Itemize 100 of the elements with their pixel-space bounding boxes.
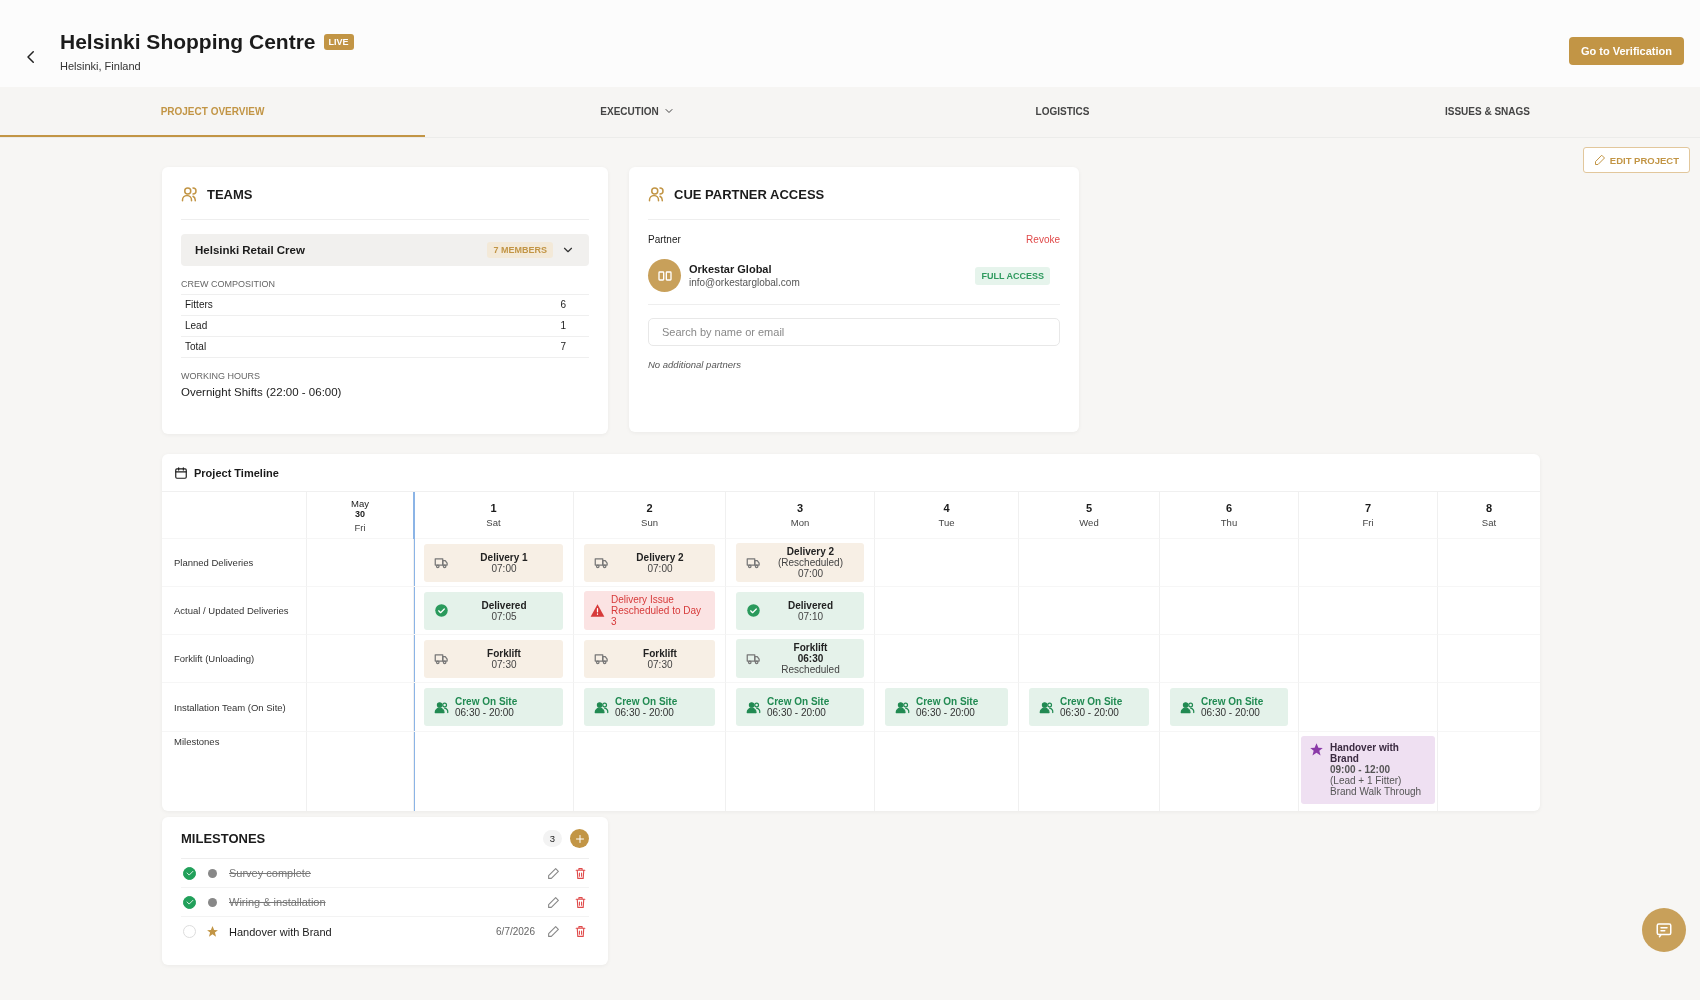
- tab[interactable]: LOGISTICS: [850, 87, 1275, 137]
- chat-button[interactable]: [1642, 908, 1686, 952]
- event-card[interactable]: Delivery 1 07:00: [424, 543, 563, 582]
- event-card[interactable]: Delivery Issue Rescheduled to Day 3: [584, 591, 715, 630]
- checkbox[interactable]: [183, 866, 196, 880]
- weekday-label: Sun: [641, 517, 658, 528]
- event-card[interactable]: Delivery 2 07:00: [584, 543, 715, 582]
- weekday-label: Mon: [790, 517, 810, 528]
- weekday-label: Fri: [1362, 517, 1374, 528]
- tab[interactable]: EXECUTION: [425, 87, 850, 137]
- weekday-label: Sat: [486, 517, 501, 528]
- partner-email: info@orkestarglobal.com: [689, 277, 801, 288]
- event-card[interactable]: Crew On Site 06:30 - 20:00: [424, 688, 563, 726]
- event-title: Forklift: [792, 642, 829, 653]
- tab[interactable]: ISSUES & SNAGS: [1275, 87, 1700, 137]
- event-detail: 06:30 - 20:00: [455, 707, 515, 718]
- event-card[interactable]: Crew On Site 06:30 - 20:00: [885, 688, 1008, 726]
- milestone-title: Handover with Brand: [229, 925, 333, 938]
- event-detail: 06:30 - 20:00: [767, 707, 827, 718]
- event-detail: 07:00: [647, 562, 673, 574]
- event-detail: Rescheduled: [780, 664, 841, 675]
- trash-icon: [574, 866, 587, 880]
- weekday-label: Thu: [1220, 517, 1238, 528]
- check-icon: [184, 868, 195, 878]
- people-icon: [895, 699, 910, 715]
- event-card[interactable]: Forklift 07:30: [424, 639, 563, 678]
- section-label: WORKING HOURS: [181, 371, 261, 381]
- access-badge: FULL ACCESS: [975, 266, 1050, 285]
- event-detail: Rescheduled to Day 3: [611, 605, 703, 627]
- event-title: Crew On Site: [1060, 696, 1124, 707]
- event-title: Forklift: [486, 647, 522, 659]
- check-circle-icon: [746, 603, 761, 618]
- event-card[interactable]: Handover with Brand 09:00 - 12:00 (Lead + 1 Fitter) Brand Walk Through: [1301, 736, 1435, 804]
- timeline-title: Project Timeline: [194, 466, 279, 479]
- day-number: 3: [796, 502, 804, 514]
- event-card[interactable]: Forklift 06:30 Rescheduled: [736, 639, 864, 678]
- event-title: Crew On Site: [916, 696, 980, 707]
- day-number: 5: [1085, 502, 1093, 514]
- event-detail: 06:30: [796, 653, 825, 664]
- revoke-link[interactable]: Revoke: [1026, 234, 1060, 245]
- people-icon: [648, 185, 666, 203]
- role-count: 7: [560, 341, 566, 352]
- card-title: TEAMS: [207, 186, 253, 202]
- people-icon: [746, 699, 761, 715]
- truck-icon: [594, 555, 609, 570]
- partner-label: Partner: [648, 234, 681, 245]
- event-title: Delivery Issue: [611, 594, 674, 605]
- empty-note: No additional partners: [648, 359, 742, 370]
- role-label: Total: [185, 341, 207, 352]
- event-title: Delivered: [480, 599, 528, 611]
- event-detail: 07:10: [797, 610, 824, 622]
- event-title: Delivery 2: [786, 546, 835, 557]
- event-card[interactable]: Delivered 07:05: [424, 591, 563, 630]
- team-dropdown[interactable]: Helsinki Retail Crew 7 MEMBERS: [181, 234, 589, 266]
- event-title: Delivered: [787, 599, 834, 611]
- event-detail: 06:30 - 20:00: [916, 707, 976, 718]
- event-title: Crew On Site: [455, 696, 519, 707]
- edit-button[interactable]: [545, 923, 562, 940]
- event-detail: Brand Walk Through: [1330, 786, 1423, 797]
- weekday-label: Wed: [1079, 517, 1099, 528]
- event-card[interactable]: Forklift 07:30: [584, 639, 715, 678]
- weekday-label: Tue: [938, 517, 955, 528]
- event-title: Delivery 1: [479, 551, 529, 563]
- trash-icon: [574, 895, 587, 909]
- truck-icon: [594, 651, 609, 666]
- members-badge: 7 MEMBERS: [487, 242, 553, 258]
- day-number: 8: [1485, 502, 1493, 514]
- truck-icon: [746, 651, 761, 666]
- role-label: Fitters: [185, 299, 213, 310]
- search-field[interactable]: Search by name or email: [648, 318, 1060, 346]
- event-card[interactable]: Crew On Site 06:30 - 20:00: [584, 688, 715, 726]
- event-card[interactable]: Delivery 2 (Rescheduled) 07:00: [736, 543, 864, 582]
- event-card[interactable]: Crew On Site 06:30 - 20:00: [1029, 688, 1149, 726]
- plus-icon: [573, 832, 586, 845]
- partner-name: Orkestar Global: [689, 263, 773, 275]
- event-card[interactable]: Crew On Site 06:30 - 20:00: [736, 688, 864, 726]
- calendar-icon: [174, 465, 188, 480]
- warning-icon: [590, 603, 605, 618]
- checkbox[interactable]: [183, 895, 196, 909]
- event-title: Delivery 2: [635, 551, 685, 563]
- truck-icon: [746, 555, 761, 570]
- event-detail: 09:00 - 12:00: [1330, 764, 1392, 775]
- event-detail: 07:00: [491, 562, 517, 574]
- people-icon: [1039, 699, 1054, 715]
- people-icon: [594, 699, 609, 715]
- row-label: Planned Deliveries: [174, 557, 254, 568]
- add-button[interactable]: [570, 829, 589, 848]
- people-icon: [181, 185, 199, 203]
- milestone-date: 6/7/2026: [496, 926, 535, 937]
- trash-icon: [574, 925, 587, 938]
- project-location: Helsinki, Finland: [60, 59, 142, 72]
- people-icon: [1180, 699, 1195, 715]
- check-icon: [184, 897, 195, 907]
- event-detail: 07:30: [646, 658, 674, 670]
- event-card[interactable]: Crew On Site 06:30 - 20:00: [1170, 688, 1288, 726]
- row-label: Forklift (Unloading): [174, 653, 255, 664]
- project-title: Helsinki Shopping Centre: [60, 29, 316, 54]
- weekday-label: Fri: [354, 521, 366, 533]
- event-card[interactable]: Delivered 07:10: [736, 591, 864, 630]
- card-title: CUE PARTNER ACCESS: [674, 186, 825, 202]
